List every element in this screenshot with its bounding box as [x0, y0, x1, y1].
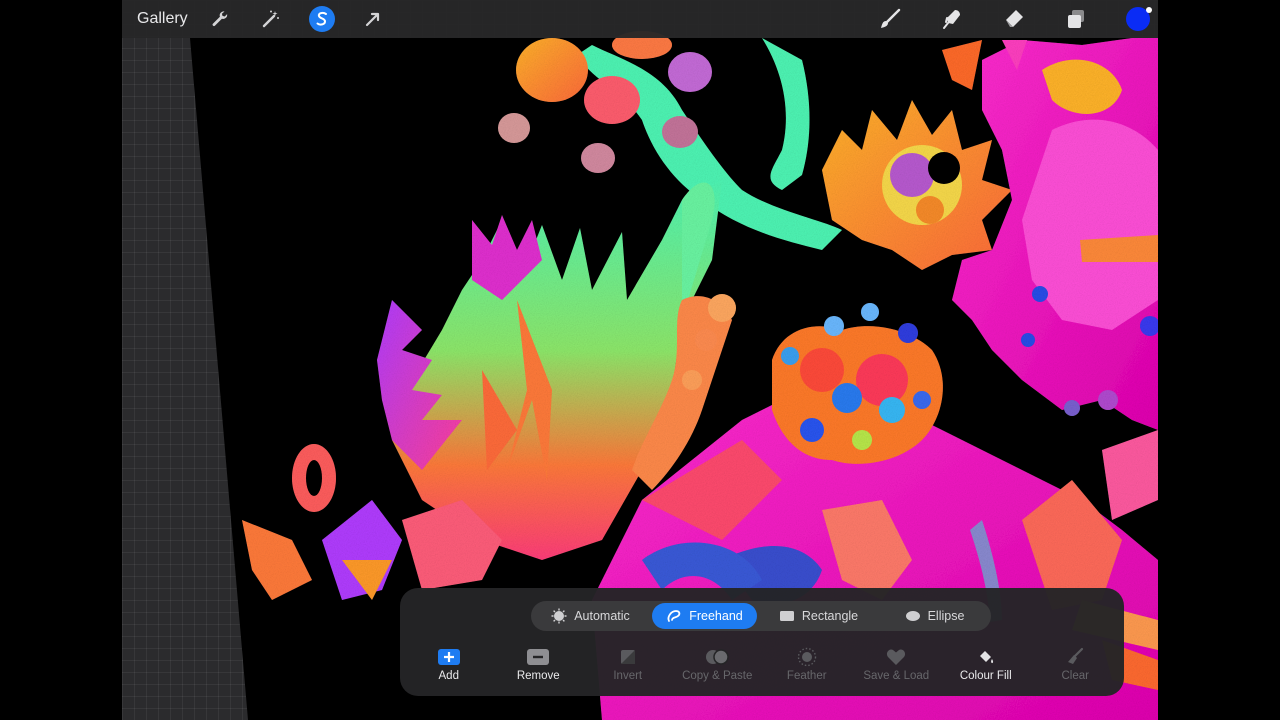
copy-paste-button[interactable]: Copy & Paste — [673, 646, 763, 690]
eraser-icon — [1006, 10, 1023, 27]
auto-select-icon — [551, 608, 567, 624]
mode-rectangle-label: Rectangle — [801, 609, 859, 623]
color-button[interactable] — [1126, 7, 1152, 31]
remove-button[interactable]: Remove — [494, 646, 584, 690]
mode-automatic-label: Automatic — [574, 609, 630, 623]
gallery-button[interactable]: Gallery — [137, 0, 188, 38]
heart-icon — [887, 649, 906, 665]
add-label: Add — [438, 670, 459, 682]
selection-panel: Automatic Freehand Rectangle Ellipse Add… — [400, 588, 1124, 696]
selection-mode-bar: Automatic Freehand Rectangle Ellipse — [531, 601, 991, 631]
mode-rectangle[interactable]: Rectangle — [761, 603, 876, 629]
smudge-finger-icon — [943, 10, 960, 29]
layers-button[interactable] — [1062, 0, 1090, 38]
remove-label: Remove — [516, 670, 560, 682]
add-button[interactable]: Add — [404, 646, 494, 690]
transform-button[interactable] — [359, 0, 387, 38]
invert-label: Invert — [613, 670, 643, 682]
copy-paste-label: Copy & Paste — [682, 670, 753, 682]
feather-icon — [797, 647, 816, 667]
paint-button[interactable] — [876, 0, 904, 38]
clear-label: Clear — [1061, 670, 1089, 682]
rectangle-icon — [779, 611, 794, 621]
plus-square-icon — [437, 649, 460, 665]
save-load-button[interactable]: Save & Load — [852, 646, 942, 690]
colour-fill-button[interactable]: Colour Fill — [941, 646, 1031, 690]
feather-button[interactable]: Feather — [762, 646, 852, 690]
mode-automatic[interactable]: Automatic — [533, 603, 648, 629]
mode-freehand[interactable]: Freehand — [651, 603, 758, 629]
colour-fill-label: Colour Fill — [959, 670, 1012, 682]
arrow-cursor-icon — [365, 12, 380, 27]
color-indicator-dot — [1146, 7, 1152, 13]
feather-label: Feather — [786, 670, 827, 682]
actions-button[interactable] — [206, 0, 234, 38]
save-load-label: Save & Load — [863, 670, 930, 682]
copy-paste-icon — [706, 649, 729, 665]
ellipse-icon — [905, 611, 920, 621]
selection-button[interactable] — [308, 0, 336, 38]
layers-icon — [1068, 10, 1084, 28]
erase-button[interactable] — [1000, 0, 1028, 38]
selection-actions-row: Add Remove Invert Copy & Paste Feather S… — [404, 646, 1120, 690]
minus-square-icon — [527, 649, 550, 665]
adjustments-button[interactable] — [257, 0, 285, 38]
mode-ellipse-label: Ellipse — [927, 609, 965, 623]
mode-ellipse[interactable]: Ellipse — [880, 603, 989, 629]
smudge-button[interactable] — [938, 0, 966, 38]
paint-bucket-icon — [979, 651, 993, 664]
brush-icon — [881, 8, 901, 28]
clear-brush-icon — [1068, 647, 1084, 664]
wrench-icon — [212, 11, 228, 27]
freehand-lasso-icon — [667, 610, 681, 622]
top-toolbar: Gallery — [122, 0, 1158, 38]
invert-button[interactable]: Invert — [583, 646, 673, 690]
mode-freehand-label: Freehand — [689, 609, 743, 623]
invert-icon — [620, 650, 635, 664]
procreate-screen: Gallery Automatic Freehand Rectangle Ell… — [122, 0, 1158, 720]
selection-s-icon — [309, 6, 335, 32]
clear-button[interactable]: Clear — [1031, 646, 1121, 690]
magic-wand-icon — [262, 10, 279, 28]
